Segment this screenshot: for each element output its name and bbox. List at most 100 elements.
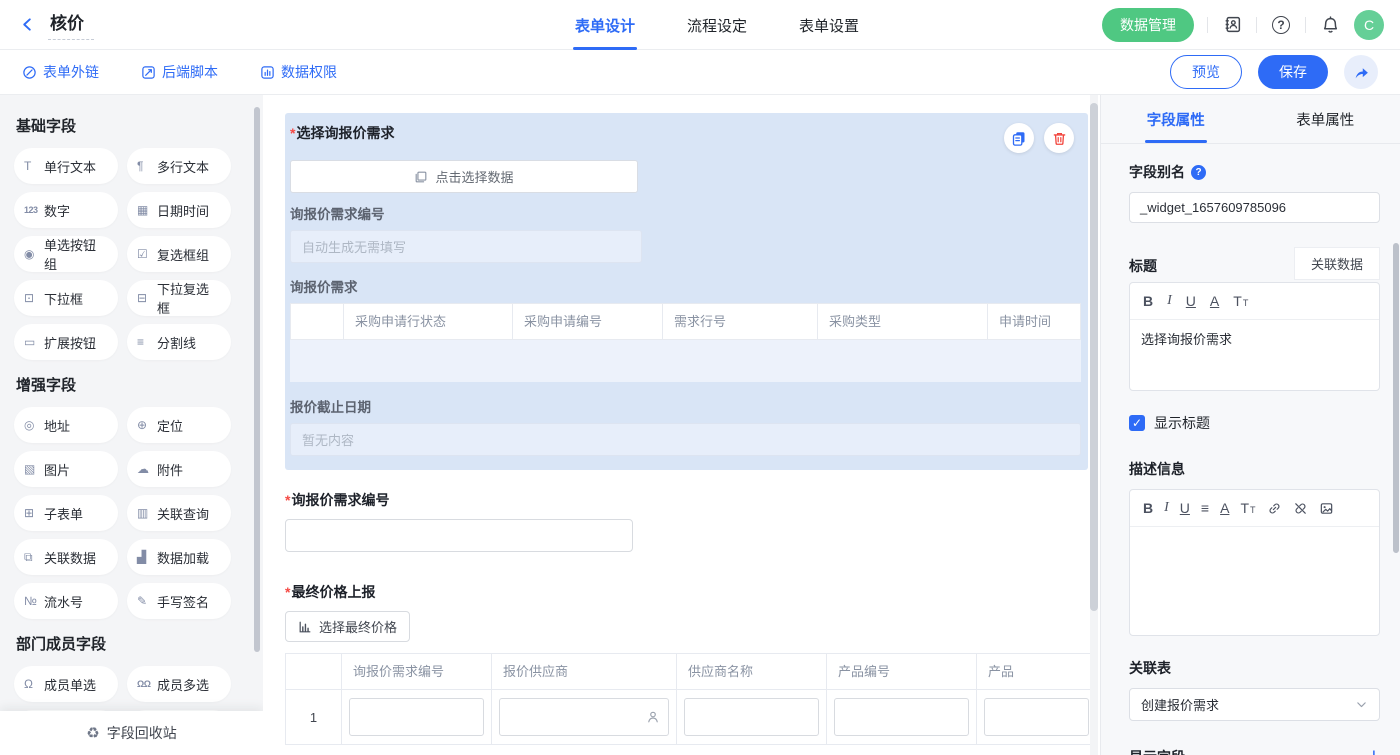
field-pill-select[interactable]: ⊡下拉框 bbox=[14, 280, 118, 316]
data-permission-link[interactable]: 数据权限 bbox=[260, 62, 337, 82]
underline-button[interactable]: U bbox=[1180, 501, 1190, 515]
font-size-button[interactable]: T bbox=[1233, 294, 1248, 308]
cell-input-product-no[interactable] bbox=[834, 698, 969, 736]
copy-icon bbox=[1011, 130, 1027, 146]
divider bbox=[1256, 17, 1257, 33]
description-editor-content[interactable] bbox=[1130, 527, 1379, 635]
field-pill-member-single[interactable]: Ω成员单选 bbox=[14, 666, 118, 702]
italic-button[interactable]: I bbox=[1167, 294, 1172, 308]
field-pill-radio-group[interactable]: ◉单选按钮组 bbox=[14, 236, 118, 272]
title-editor: B I U A T 选择询报价需求 bbox=[1129, 282, 1380, 391]
canvas-scrollbar[interactable] bbox=[1090, 103, 1098, 611]
field-pill-member-multi[interactable]: ΩΩ成员多选 bbox=[127, 666, 231, 702]
cell-input-product[interactable] bbox=[984, 698, 1089, 736]
trash-icon bbox=[1052, 131, 1067, 146]
auto-number-input[interactable]: 自动生成无需填写 bbox=[290, 230, 642, 263]
field-pill-data-load[interactable]: ▟数据加载 bbox=[127, 539, 231, 575]
share-button[interactable] bbox=[1344, 55, 1378, 89]
bar-chart-icon bbox=[298, 620, 312, 634]
underline-button[interactable]: U bbox=[1186, 294, 1196, 308]
bold-button[interactable]: B bbox=[1143, 294, 1153, 308]
back-icon[interactable] bbox=[16, 14, 38, 36]
alias-input[interactable]: _widget_1657609785096 bbox=[1129, 192, 1380, 223]
font-size-button[interactable]: T bbox=[1240, 501, 1255, 515]
table-header-empty bbox=[291, 304, 343, 339]
serial-number-icon: № bbox=[24, 594, 44, 608]
cell-input-request-no[interactable] bbox=[349, 698, 484, 736]
tab-flow-setting[interactable]: 流程设定 bbox=[687, 0, 747, 50]
field-pill-number[interactable]: 123数字 bbox=[14, 192, 118, 228]
recycle-icon: ♻ bbox=[86, 724, 99, 742]
show-title-checkbox-row[interactable]: ✓ 显示标题 bbox=[1129, 413, 1380, 433]
tab-form-design[interactable]: 表单设计 bbox=[575, 0, 635, 50]
italic-button[interactable]: I bbox=[1164, 501, 1169, 515]
field-pill-subform[interactable]: ⊞子表单 bbox=[14, 495, 118, 531]
remove-link-icon[interactable] bbox=[1293, 501, 1308, 516]
sub-field-label-deadline: 报价截止日期 bbox=[290, 396, 1080, 416]
tab-form-setting[interactable]: 表单设置 bbox=[799, 0, 859, 50]
field-pill-divider[interactable]: ≡分割线 bbox=[127, 324, 231, 360]
sidebar-scrollbar[interactable] bbox=[254, 107, 260, 652]
cell-input-supplier-name[interactable] bbox=[684, 698, 819, 736]
deadline-input[interactable]: 暂无内容 bbox=[290, 423, 1081, 456]
user-avatar[interactable]: C bbox=[1354, 10, 1384, 40]
divider bbox=[1305, 17, 1306, 33]
field-pill-address[interactable]: ◎地址 bbox=[14, 407, 118, 443]
field-pill-single-line-text[interactable]: T单行文本 bbox=[14, 148, 118, 184]
data-manage-button[interactable]: 数据管理 bbox=[1102, 8, 1194, 42]
checkbox-checked-icon[interactable]: ✓ bbox=[1129, 415, 1145, 431]
relation-table-select[interactable]: 创建报价需求 bbox=[1129, 688, 1380, 721]
radio-group-icon: ◉ bbox=[24, 247, 44, 261]
field-pill-image[interactable]: ▧图片 bbox=[14, 451, 118, 487]
duplicate-field-button[interactable] bbox=[1004, 123, 1034, 153]
field-pill-multi-select[interactable]: ⊟下拉复选框 bbox=[127, 280, 231, 316]
panel-scrollbar[interactable] bbox=[1393, 243, 1399, 553]
save-button[interactable]: 保存 bbox=[1258, 55, 1328, 89]
field-recycle-bin[interactable]: ♻ 字段回收站 bbox=[0, 711, 263, 755]
table-row: 1 bbox=[285, 690, 1095, 745]
field-pill-attachment[interactable]: ☁附件 bbox=[127, 451, 231, 487]
field-pill-extend-button[interactable]: ▭扩展按钮 bbox=[14, 324, 118, 360]
font-color-button[interactable]: A bbox=[1210, 294, 1219, 308]
selected-field-linked-data[interactable]: 选择询报价需求 点击选择数据 询报价需求编号 自动生成无需填 bbox=[285, 113, 1088, 470]
preview-button[interactable]: 预览 bbox=[1170, 55, 1242, 89]
notification-bell-icon[interactable] bbox=[1319, 14, 1341, 36]
request-number-input[interactable] bbox=[285, 519, 633, 552]
bold-button[interactable]: B bbox=[1143, 501, 1153, 515]
field-pill-signature[interactable]: ✎手写签名 bbox=[127, 583, 231, 619]
delete-field-button[interactable] bbox=[1044, 123, 1074, 153]
choose-final-price-button[interactable]: 选择最终价格 bbox=[285, 611, 410, 642]
alias-label: 字段别名 bbox=[1129, 162, 1185, 182]
field-pill-checkbox-group[interactable]: ☑复选框组 bbox=[127, 236, 231, 272]
backend-script-link[interactable]: 后端脚本 bbox=[141, 62, 218, 82]
alias-help-icon[interactable] bbox=[1191, 165, 1206, 180]
form-external-link[interactable]: 表单外链 bbox=[22, 62, 99, 82]
section-title-member: 部门成员字段 bbox=[16, 633, 249, 654]
field-pill-linked-query[interactable]: ▥关联查询 bbox=[127, 495, 231, 531]
field-request-number[interactable]: 询报价需求编号 bbox=[285, 490, 1066, 552]
insert-link-icon[interactable] bbox=[1267, 501, 1282, 516]
tab-form-properties[interactable]: 表单属性 bbox=[1251, 95, 1400, 143]
contacts-book-icon[interactable] bbox=[1221, 14, 1243, 36]
align-button[interactable]: ≡ bbox=[1201, 501, 1209, 515]
member-single-icon: Ω bbox=[24, 677, 44, 691]
form-title[interactable]: 核价 bbox=[48, 9, 94, 40]
field-pill-multi-line-text[interactable]: ¶多行文本 bbox=[127, 148, 231, 184]
image-icon: ▧ bbox=[24, 462, 44, 476]
divider-icon: ≡ bbox=[137, 335, 157, 349]
help-icon[interactable] bbox=[1270, 14, 1292, 36]
field-pill-datetime[interactable]: ▦日期时间 bbox=[127, 192, 231, 228]
add-display-field-icon[interactable]: + bbox=[1368, 748, 1380, 755]
field-pill-linked-data[interactable]: ⧉关联数据 bbox=[14, 539, 118, 575]
field-pill-location[interactable]: ⊕定位 bbox=[127, 407, 231, 443]
field-pill-serial-number[interactable]: №流水号 bbox=[14, 583, 118, 619]
cell-input-supplier[interactable] bbox=[499, 698, 669, 736]
table-header: 需求行号 bbox=[662, 304, 817, 339]
field-final-price[interactable]: 最终价格上报 选择最终价格 询报价需求编号 报价供应商 供应商名称 产品编号 产… bbox=[285, 582, 1066, 745]
title-editor-content[interactable]: 选择询报价需求 bbox=[1130, 320, 1379, 390]
pick-data-button[interactable]: 点击选择数据 bbox=[290, 160, 638, 193]
font-color-button[interactable]: A bbox=[1220, 501, 1229, 515]
insert-image-icon[interactable] bbox=[1319, 501, 1334, 516]
tab-field-properties[interactable]: 字段属性 bbox=[1101, 95, 1251, 143]
linked-data-button[interactable]: 关联数据 bbox=[1294, 247, 1380, 280]
